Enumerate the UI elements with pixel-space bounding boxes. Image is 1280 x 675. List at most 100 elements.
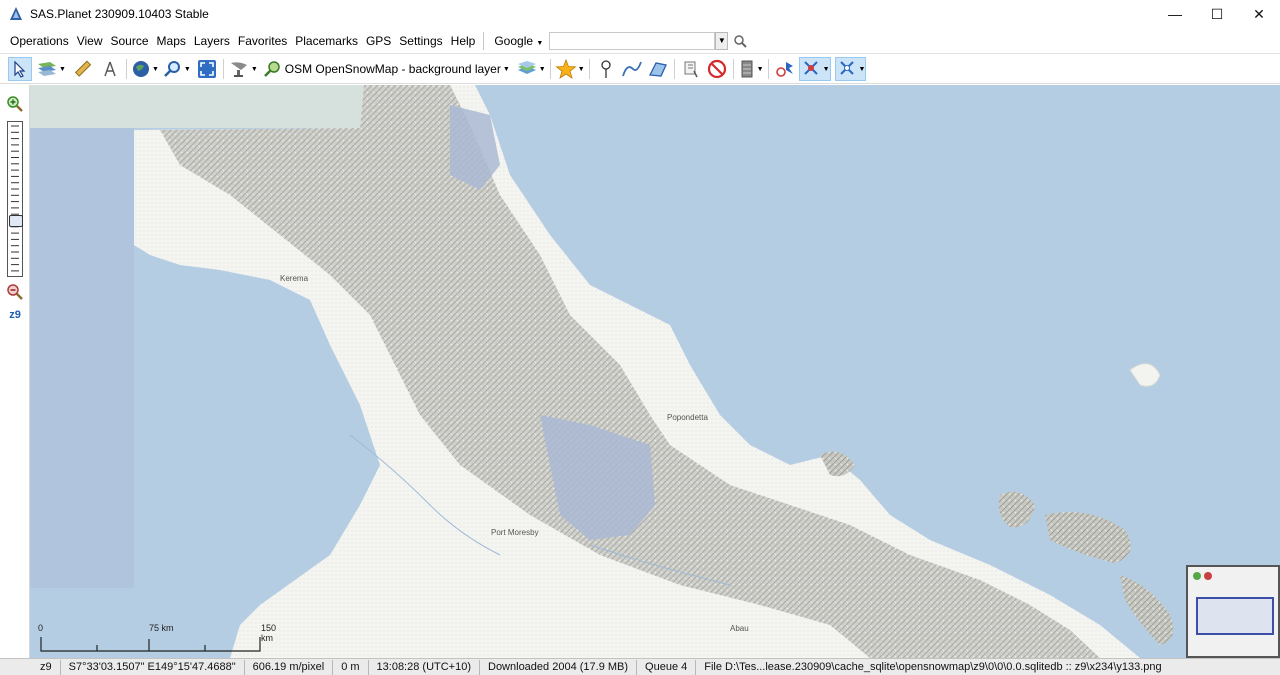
search-input[interactable] — [549, 31, 716, 50]
map-source-selector[interactable]: OSM OpenSnowMap - background layer ▼ — [262, 57, 510, 81]
minimap-view-frame[interactable] — [1196, 597, 1274, 635]
gps-center-button[interactable]: ▼ — [834, 57, 867, 81]
title-bar: SAS.Planet 230909.10403 Stable — ☐ ✕ — [0, 0, 1280, 28]
fullscreen-button[interactable] — [195, 57, 219, 81]
status-bar: z9 S7°33'03.1507" E149°15'47.4688" 606.1… — [0, 658, 1280, 675]
satellite-dish-icon — [230, 62, 247, 77]
menu-gps[interactable]: GPS — [362, 28, 395, 54]
gps-center-icon — [839, 61, 854, 75]
minimap-zoom-icons[interactable] — [1192, 571, 1214, 581]
chevron-down-icon: ▼ — [59, 65, 66, 73]
minimize-button[interactable]: — — [1154, 0, 1196, 28]
current-map-name: OSM OpenSnowMap - background layer — [284, 62, 501, 76]
zoom-panel: z9 — [0, 85, 30, 658]
chevron-down-icon: ▼ — [577, 65, 585, 73]
close-button[interactable]: ✕ — [1238, 0, 1280, 28]
favorites-button[interactable]: ▼ — [555, 57, 585, 81]
path-icon — [621, 61, 642, 77]
toolbar-separator — [767, 59, 769, 79]
zoom-slider-track[interactable] — [7, 121, 23, 277]
chevron-down-icon: ▼ — [536, 39, 544, 47]
zoom-slider-thumb[interactable] — [9, 215, 23, 227]
add-path-button[interactable] — [620, 57, 644, 81]
gps-connect-button[interactable] — [773, 57, 797, 81]
menu-bar: Operations View Source Maps Layers Favor… — [0, 28, 1280, 54]
placemark-pin-icon — [601, 60, 611, 78]
place-label-port-moresby: Port Moresby — [491, 528, 539, 537]
main-toolbar: ▼ ▼ ▼ ▼ OSM OpenSnowMap - background lay… — [0, 55, 1280, 84]
menu-separator — [483, 31, 485, 50]
chevron-down-icon: ▼ — [756, 65, 764, 73]
search-provider-dropdown[interactable]: Google ▼ — [490, 34, 547, 48]
place-label-kerema: Kerema — [280, 274, 309, 283]
search-history-dropdown[interactable]: ▼ — [715, 31, 729, 50]
gps-track-button[interactable]: ▼ — [798, 57, 831, 81]
menu-view[interactable]: View — [73, 28, 107, 54]
favorite-star-icon — [555, 59, 577, 79]
map-sheets-button[interactable]: ▼ — [36, 57, 66, 81]
globe-icon — [132, 61, 149, 77]
chevron-down-icon: ▼ — [822, 65, 830, 73]
chevron-down-icon: ▼ — [250, 65, 258, 73]
layers-icon — [517, 61, 536, 74]
cursor-icon — [14, 60, 26, 78]
chevron-down-icon: ▼ — [858, 65, 866, 73]
scale-bar: 0 75 km 150 km — [35, 623, 276, 655]
search-icon[interactable] — [732, 33, 748, 49]
sasplanet-app-icon — [10, 7, 22, 20]
zoom-out-icon[interactable] — [6, 283, 24, 301]
minimap-panel[interactable] — [1186, 565, 1280, 658]
toolbar-separator — [549, 59, 551, 79]
zoom-in-icon[interactable] — [6, 95, 24, 113]
toolbar-separator — [732, 59, 734, 79]
status-downloaded: Downloaded 2004 (17.9 MB) — [480, 659, 638, 675]
menu-help[interactable]: Help — [447, 28, 480, 54]
chevron-down-icon: ▼ — [502, 65, 510, 73]
status-zoom: z9 — [0, 659, 61, 675]
scale-label-mid: 75 km — [149, 623, 174, 633]
marks-hide-icon — [707, 59, 726, 79]
status-time: 13:08:28 (UTC+10) — [369, 659, 480, 675]
marks-hide-button[interactable] — [705, 57, 729, 81]
menu-source[interactable]: Source — [107, 28, 153, 54]
add-polygon-button[interactable] — [646, 57, 670, 81]
globe-button[interactable]: ▼ — [131, 57, 159, 81]
maximize-button[interactable]: ☐ — [1196, 0, 1238, 28]
marks-visibility-button[interactable] — [679, 57, 703, 81]
add-placemark-button[interactable] — [594, 57, 618, 81]
gps-connect-icon — [775, 62, 793, 77]
map-viewport[interactable]: Kerema Popondetta Port Moresby Abau 0 75… — [30, 85, 1280, 658]
map-tiles — [30, 85, 1280, 658]
polygon-icon — [648, 62, 667, 77]
search-provider-label: Google — [494, 33, 534, 48]
compass-icon — [104, 61, 116, 77]
satellite-button[interactable]: ▼ — [228, 57, 258, 81]
menu-settings[interactable]: Settings — [395, 28, 446, 54]
fullscreen-icon — [197, 60, 216, 78]
gps-track-icon — [803, 61, 818, 75]
menu-favorites[interactable]: Favorites — [234, 28, 291, 54]
layers-button[interactable]: ▼ — [516, 57, 546, 81]
menu-placemarks[interactable]: Placemarks — [291, 28, 362, 54]
zoom-tool-button[interactable]: ▼ — [163, 57, 191, 81]
menu-maps[interactable]: Maps — [153, 28, 190, 54]
toolbar-separator — [588, 59, 590, 79]
scale-label-start: 0 — [38, 623, 44, 633]
ruler-icon — [74, 60, 91, 77]
place-label-popondetta: Popondetta — [667, 413, 708, 422]
cache-button[interactable]: ▼ — [738, 57, 764, 81]
zoom-tick-marks — [11, 125, 19, 272]
status-file-path: File D:\Tes...lease.230909\cache_sqlite\… — [704, 660, 1162, 673]
status-queue: Queue 4 — [637, 659, 697, 675]
menu-operations[interactable]: Operations — [6, 28, 73, 54]
scale-ruler — [40, 637, 261, 652]
map-sheets-icon — [38, 62, 56, 76]
menu-layers[interactable]: Layers — [190, 28, 234, 54]
marks-visibility-icon — [684, 61, 698, 78]
ruler-button[interactable] — [70, 57, 94, 81]
place-label-abau: Abau — [730, 624, 749, 633]
cursor-tool-button[interactable] — [8, 57, 32, 81]
chevron-down-icon: ▼ — [151, 65, 159, 73]
compass-button[interactable] — [98, 57, 122, 81]
chevron-down-icon: ▼ — [538, 65, 546, 73]
